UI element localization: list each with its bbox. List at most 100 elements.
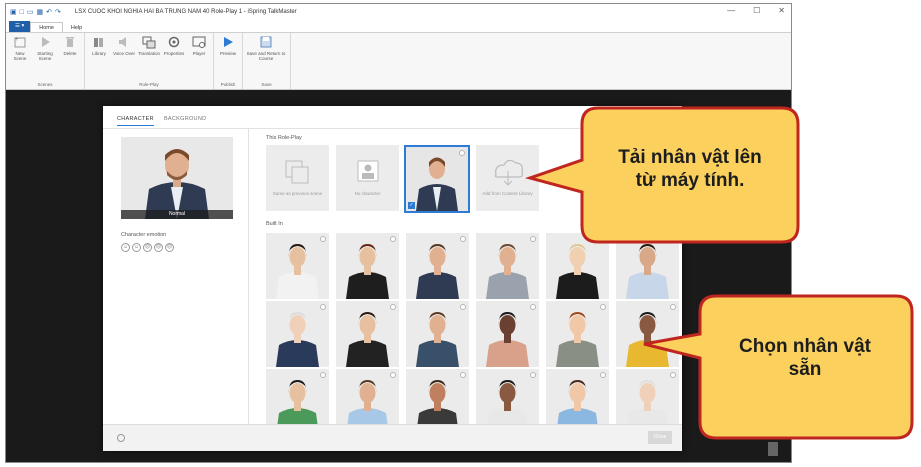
copy-scene-icon (285, 160, 309, 184)
ribbon-group-roleplay: Library Voice Over Translation Propertie… (85, 33, 214, 89)
same-as-previous-option[interactable]: Same as previous scene (266, 145, 329, 211)
current-character-image (406, 147, 468, 211)
character-portrait (406, 369, 469, 424)
properties-button[interactable]: Properties (163, 35, 185, 82)
player-button[interactable]: Player (188, 35, 210, 82)
current-character-option[interactable]: ✓ (404, 145, 470, 213)
no-character-option[interactable]: No character (336, 145, 399, 211)
built-in-character-thumb[interactable] (266, 233, 329, 299)
character-portrait (266, 369, 329, 424)
built-in-character-thumb[interactable] (336, 301, 399, 367)
select-callout-text: Chọn nhân vật sẵn (739, 336, 871, 380)
character-portrait (546, 369, 609, 424)
selection-radio[interactable] (390, 304, 396, 310)
redo-icon[interactable]: ↷ (55, 8, 61, 16)
selection-radio[interactable] (390, 372, 396, 378)
close-window-button[interactable]: ✕ (778, 6, 785, 15)
selection-radio[interactable] (530, 304, 536, 310)
selection-radio[interactable] (600, 304, 606, 310)
emotion-sad-icon[interactable]: ☹ (143, 243, 152, 252)
player-icon (192, 36, 206, 48)
window-title: LSX CUOC KHOI NGHIA HAI BA TRUNG NAM 40 … (74, 9, 297, 15)
gear-icon (168, 36, 180, 48)
emotion-selector: ☺ ☺ ☹ ☹ ☹ (121, 243, 174, 252)
built-in-label: Built In (266, 221, 283, 227)
undo-icon[interactable]: ↶ (46, 8, 52, 16)
emotion-happy-icon[interactable]: ☺ (132, 243, 141, 252)
built-in-character-thumb[interactable] (266, 301, 329, 367)
save-return-icon (260, 36, 272, 48)
selection-radio[interactable] (390, 236, 396, 242)
selection-radio[interactable] (320, 372, 326, 378)
character-emotion-label: Character emotion (121, 232, 167, 238)
selection-radio[interactable] (460, 236, 466, 242)
preview-button[interactable]: Preview (217, 35, 239, 82)
selection-radio[interactable] (460, 304, 466, 310)
file-menu-button[interactable]: ☰ ▾ (9, 21, 31, 32)
ribbon-group-publish: Preview Publish (214, 33, 243, 89)
built-in-character-thumb[interactable] (406, 233, 469, 299)
built-in-character-thumb[interactable] (406, 301, 469, 367)
group-label-scenes: Scenes (37, 82, 53, 87)
built-in-character-thumb[interactable] (476, 301, 539, 367)
tab-character[interactable]: CHARACTER (117, 116, 154, 126)
play-flag-icon (42, 37, 50, 47)
speaker-icon (119, 37, 126, 47)
app-logo-icon: ▣ (10, 9, 17, 16)
save-and-return-button[interactable]: Save and Return to Course (246, 35, 286, 82)
built-in-character-thumb[interactable] (336, 369, 399, 424)
same-as-previous-caption: Same as previous scene (272, 191, 323, 196)
group-label-save: Save (261, 82, 272, 87)
character-portrait (336, 233, 399, 299)
built-in-character-thumb[interactable] (546, 301, 609, 367)
built-in-character-thumb[interactable] (406, 369, 469, 424)
no-character-icon (357, 160, 379, 182)
character-portrait (476, 369, 539, 424)
character-portrait (476, 301, 539, 367)
save-icon[interactable]: ▦ (36, 8, 43, 16)
ribbon-group-scenes: + New Scene Starting Scene Delete Scenes (6, 33, 85, 89)
upload-callout-text: Tải nhân vật lên từ máy tính. (618, 147, 762, 191)
new-scene-button[interactable]: + New Scene (9, 35, 31, 82)
translation-icon (142, 36, 156, 49)
ribbon-group-save: Save and Return to Course Save (243, 33, 291, 89)
selection-radio[interactable] (459, 150, 465, 156)
settings-gear-icon[interactable] (117, 434, 125, 442)
delete-button[interactable]: Delete (59, 35, 81, 82)
translation-button[interactable]: Translation (138, 35, 160, 82)
selection-radio[interactable] (530, 372, 536, 378)
ribbon: + New Scene Starting Scene Delete Scenes… (6, 32, 791, 90)
voice-over-button[interactable]: Voice Over (113, 35, 135, 82)
character-preview-image (121, 137, 233, 219)
tab-background[interactable]: BACKGROUND (164, 116, 206, 126)
character-preview-panel: Normal Character emotion ☺ ☺ ☹ ☹ ☹ (103, 129, 249, 424)
character-portrait (546, 301, 609, 367)
character-portrait (336, 369, 399, 424)
library-button[interactable]: Library (88, 35, 110, 82)
tab-home[interactable]: Home (30, 22, 63, 32)
selection-radio[interactable] (320, 236, 326, 242)
starting-scene-button[interactable]: Starting Scene (34, 35, 56, 82)
character-portrait (266, 301, 329, 367)
group-label-publish: Publish (220, 82, 236, 87)
built-in-character-thumb[interactable] (546, 369, 609, 424)
built-in-character-thumb[interactable] (336, 233, 399, 299)
character-portrait (336, 301, 399, 367)
emotion-surprised-icon[interactable]: ☹ (165, 243, 174, 252)
selection-radio[interactable] (320, 304, 326, 310)
new-file-icon[interactable]: □ (20, 9, 24, 16)
selection-radio[interactable] (600, 372, 606, 378)
maximize-button[interactable]: ☐ (753, 6, 760, 15)
library-icon (94, 38, 103, 47)
play-icon (224, 37, 233, 47)
minimize-button[interactable]: — (727, 6, 735, 15)
tab-help[interactable]: Help (63, 23, 90, 32)
character-portrait (406, 233, 469, 299)
selection-radio[interactable] (460, 372, 466, 378)
emotion-normal-icon[interactable]: ☺ (121, 243, 130, 252)
built-in-character-thumb[interactable] (476, 369, 539, 424)
built-in-character-thumb[interactable] (266, 369, 329, 424)
open-folder-icon[interactable]: ▭ (27, 8, 34, 16)
emotion-angry-icon[interactable]: ☹ (154, 243, 163, 252)
ribbon-tabs: ☰ ▾ Home Help (6, 20, 791, 32)
